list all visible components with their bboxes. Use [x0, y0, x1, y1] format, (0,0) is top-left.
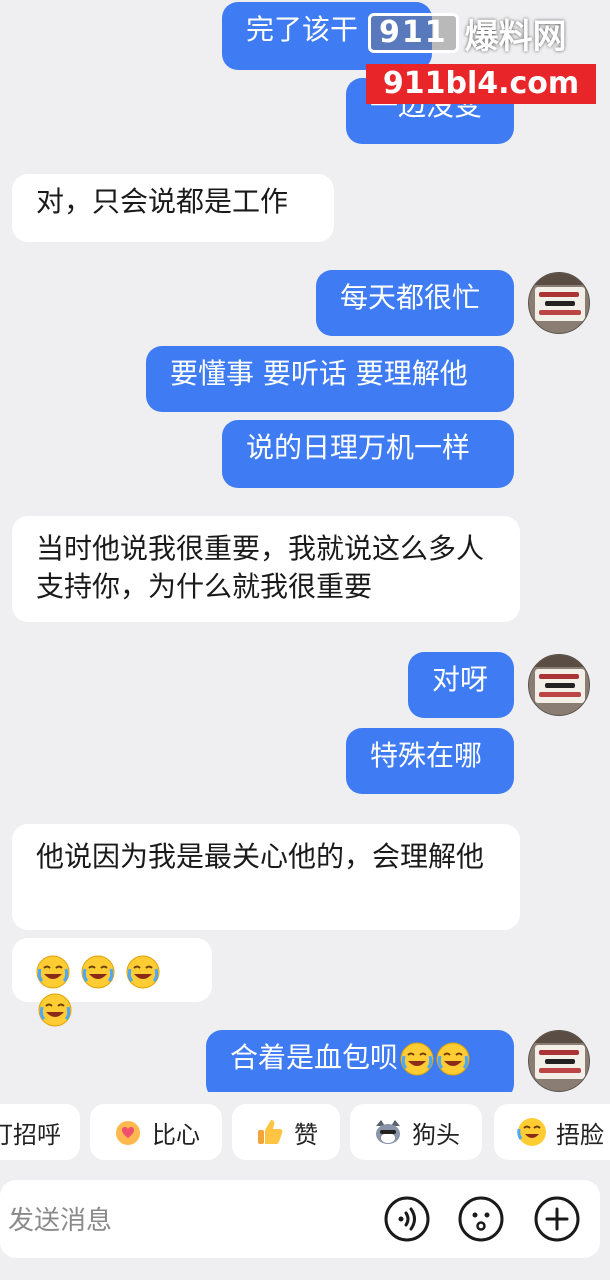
laughing-crying-emoji [126, 955, 160, 989]
message-text: 对，只会说都是工作 [36, 185, 289, 218]
watermark-number: 911 [368, 13, 459, 53]
message-bubble-incoming[interactable]: 当时他说我很重要，我就说这么多人支持你，为什么就我很重要 [12, 516, 520, 622]
message-text: 特殊在哪 [370, 739, 483, 772]
message-bubble-incoming[interactable]: 他说因为我是最关心他的，会理解他 [12, 824, 520, 930]
laughing-crying-emoji [400, 1042, 434, 1076]
message-input-bar[interactable]: 发送消息 [0, 1180, 600, 1258]
watermark-url: 911bl4.com [366, 64, 596, 104]
message-bubble-outgoing[interactable]: 要懂事 要听话 要理解他 [146, 346, 514, 412]
chat-area[interactable]: 完了该干 一边没变 对，只会说都是工作 每天都很忙 要懂事 要听话 要理解他 说… [0, 0, 610, 1092]
message-bubble-incoming[interactable] [12, 938, 212, 1002]
emoji-icon[interactable] [458, 1196, 504, 1242]
doge-icon [376, 1120, 400, 1144]
quick-reply-heart-hands[interactable]: 比心 [90, 1104, 222, 1160]
avatar[interactable] [528, 272, 590, 334]
quick-reply-label: 打招呼 [0, 1120, 61, 1149]
message-text: 当时他说我很重要，我就说这么多人支持你，为什么就我很重要 [36, 532, 485, 603]
laughing-crying-emoji [436, 1042, 470, 1076]
message-bubble-outgoing[interactable]: 对呀 [408, 652, 514, 718]
message-text: 对呀 [432, 663, 489, 696]
laughing-crying-emoji [38, 993, 72, 1027]
message-bubble-incoming[interactable]: 对，只会说都是工作 [12, 174, 334, 242]
message-bubble-outgoing[interactable]: 每天都很忙 [316, 270, 514, 336]
message-text: 合着是血包呗 [230, 1041, 399, 1074]
message-text: 说的日理万机一样 [246, 431, 471, 464]
quick-reply-wave[interactable]: 打招呼 [0, 1104, 80, 1160]
plus-icon[interactable] [534, 1196, 580, 1242]
message-bubble-outgoing[interactable]: 合着是血包呗 [206, 1030, 514, 1092]
quick-reply-thumbs-up[interactable]: 赞 [232, 1104, 340, 1160]
watermark-brand: 爆料网 [464, 16, 567, 57]
quick-reply-bar[interactable]: 打招呼 比心 赞 狗头 捂脸 [0, 1104, 610, 1166]
laughing-crying-emoji [81, 955, 115, 989]
quick-reply-label: 赞 [294, 1120, 318, 1149]
voice-icon[interactable] [384, 1196, 430, 1242]
quick-reply-label: 狗头 [412, 1120, 460, 1149]
laughing-crying-emoji [36, 955, 70, 989]
avatar[interactable] [528, 1030, 590, 1092]
message-text: 要懂事 要听话 要理解他 [170, 357, 468, 390]
quick-reply-label: 捂脸 [556, 1120, 604, 1149]
watermark-logo: 911 爆料网 911bl4.com [360, 8, 600, 104]
avatar[interactable] [528, 654, 590, 716]
message-text: 每天都很忙 [340, 281, 481, 314]
message-bubble-outgoing[interactable]: 说的日理万机一样 [222, 420, 514, 488]
quick-reply-doge[interactable]: 狗头 [350, 1104, 482, 1160]
heart-hands-icon [116, 1121, 140, 1145]
message-text: 他说因为我是最关心他的，会理解他 [36, 840, 485, 873]
thumbs-up-icon [258, 1120, 283, 1144]
facepalm-icon [517, 1118, 546, 1146]
message-text: 完了该干 [246, 13, 359, 46]
message-bubble-outgoing[interactable]: 特殊在哪 [346, 728, 514, 794]
quick-reply-label: 比心 [152, 1120, 200, 1149]
message-input[interactable]: 发送消息 [8, 1200, 112, 1237]
quick-reply-facepalm[interactable]: 捂脸 [494, 1104, 610, 1160]
